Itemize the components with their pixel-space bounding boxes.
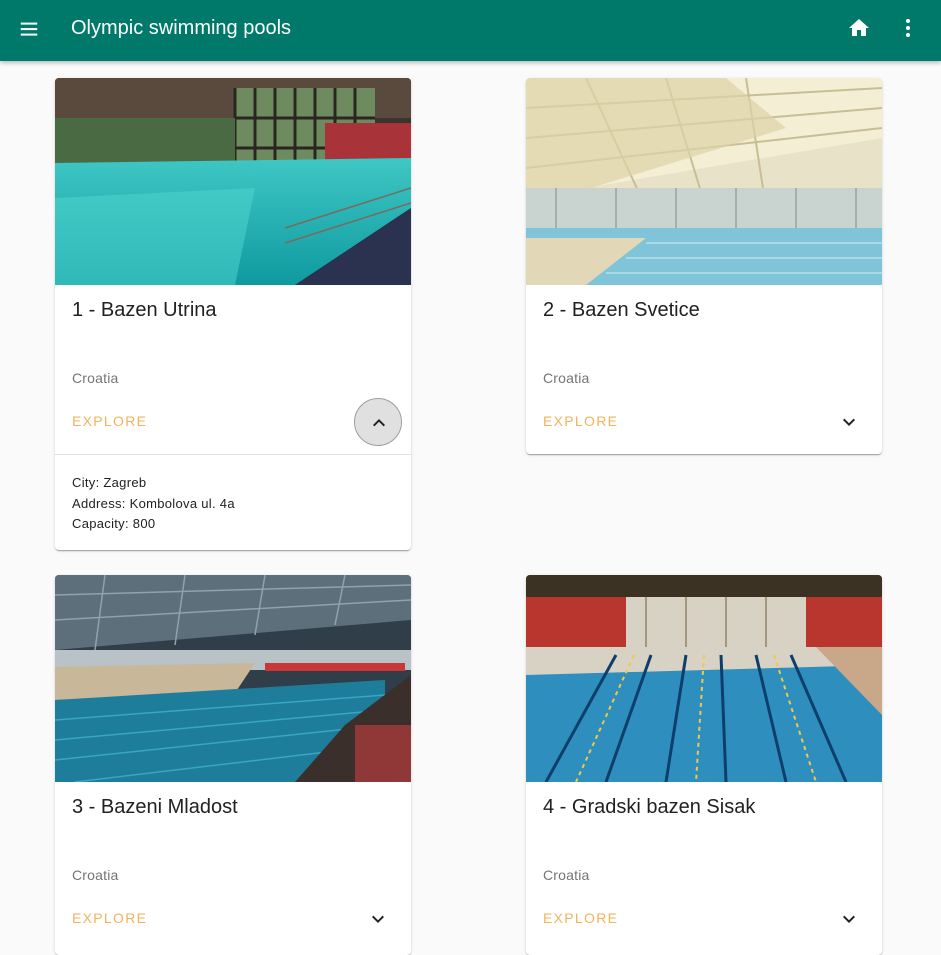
- explore-button[interactable]: EXPLORE: [72, 910, 147, 926]
- explore-button[interactable]: EXPLORE: [543, 413, 618, 429]
- explore-button[interactable]: EXPLORE: [72, 413, 147, 429]
- card-country: Croatia: [72, 370, 119, 386]
- chevron-down-icon: [843, 418, 855, 426]
- chevron-down-icon: [843, 915, 855, 923]
- pool-image: [526, 78, 882, 285]
- card-country: Croatia: [543, 867, 590, 883]
- pool-image: [526, 575, 882, 782]
- app-bar: Olympic swimming pools: [0, 0, 941, 61]
- detail-address: Address: Kombolova ul. 4a: [72, 495, 235, 511]
- card-title: 4 - Gradski bazen Sisak: [543, 796, 756, 818]
- detail-capacity: Capacity: 800: [72, 516, 156, 531]
- menu-icon[interactable]: [18, 18, 40, 40]
- card-details: City: Zagreb Address: Kombolova ul. 4a C…: [72, 473, 235, 535]
- expand-button[interactable]: [825, 398, 873, 446]
- card-title: 3 - Bazeni Mladost: [72, 796, 238, 818]
- pool-card: 2 - Bazen Svetice Croatia EXPLORE: [526, 78, 882, 454]
- card-title: 1 - Bazen Utrina: [72, 299, 217, 321]
- detail-city: City: Zagreb: [72, 475, 147, 490]
- card-divider: [55, 454, 411, 455]
- card-country: Croatia: [543, 370, 590, 386]
- chevron-up-icon: [373, 419, 385, 427]
- card-country: Croatia: [72, 867, 119, 883]
- expand-button[interactable]: [354, 895, 402, 943]
- expand-button[interactable]: [825, 895, 873, 943]
- explore-button[interactable]: EXPLORE: [543, 910, 618, 926]
- pool-card: 1 - Bazen Utrina Croatia EXPLORE City: Z…: [55, 78, 411, 550]
- pool-card: 3 - Bazeni Mladost Croatia EXPLORE: [55, 575, 411, 955]
- collapse-button[interactable]: [354, 398, 402, 446]
- more-vert-icon[interactable]: [896, 16, 920, 40]
- card-title: 2 - Bazen Svetice: [543, 299, 700, 321]
- chevron-down-icon: [372, 915, 384, 923]
- pool-image: [55, 78, 411, 285]
- app-title: Olympic swimming pools: [71, 17, 292, 39]
- home-icon[interactable]: [847, 16, 871, 40]
- pool-image: [55, 575, 411, 782]
- pool-card: 4 - Gradski bazen Sisak Croatia EXPLORE: [526, 575, 882, 955]
